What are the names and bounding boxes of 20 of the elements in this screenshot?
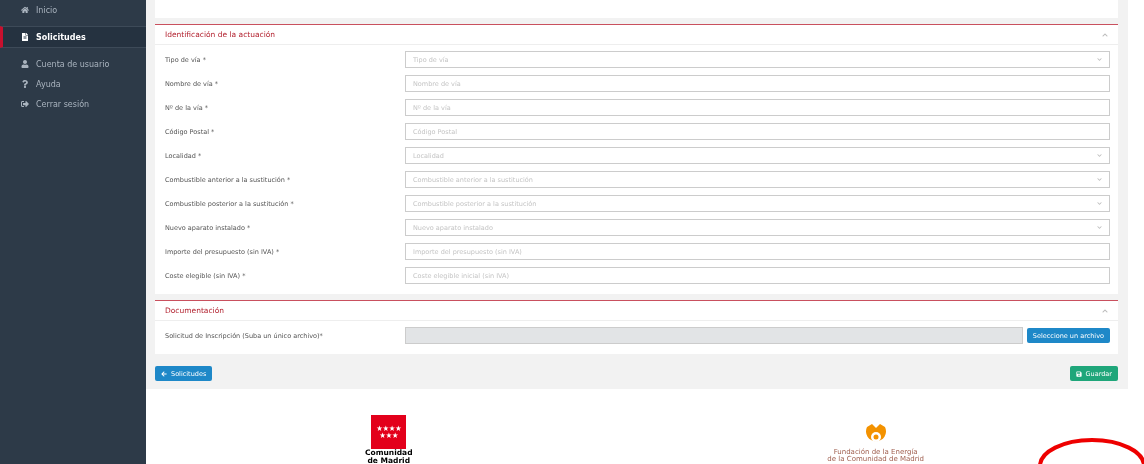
dropdown-caret-icon xyxy=(1097,57,1102,62)
dropdown-caret-icon xyxy=(1097,153,1102,158)
sidebar-item[interactable]: Solicitudes xyxy=(0,26,146,48)
house-icon xyxy=(21,6,29,14)
sidebar-item[interactable]: Ayuda xyxy=(0,74,146,94)
chevron-up-icon[interactable] xyxy=(1102,31,1108,38)
sidebar-item[interactable]: Cuenta de usuario xyxy=(0,54,146,74)
exit-icon xyxy=(21,100,29,108)
dropdown-caret-icon xyxy=(1097,225,1102,230)
chevron-up-icon[interactable] xyxy=(1102,307,1108,314)
dropdown-caret-icon xyxy=(1097,177,1102,182)
user-icon xyxy=(21,60,29,68)
document-icon xyxy=(21,33,29,41)
arrow-left-icon xyxy=(161,370,167,377)
file-field[interactable] xyxy=(405,327,1023,344)
sidebar-item[interactable]: Inicio xyxy=(0,0,146,20)
stars-drawing xyxy=(375,425,402,439)
dropdown-caret-icon xyxy=(1097,201,1102,206)
sidebar-item[interactable]: Cerrar sesión xyxy=(0,94,146,114)
question-icon xyxy=(21,80,29,88)
